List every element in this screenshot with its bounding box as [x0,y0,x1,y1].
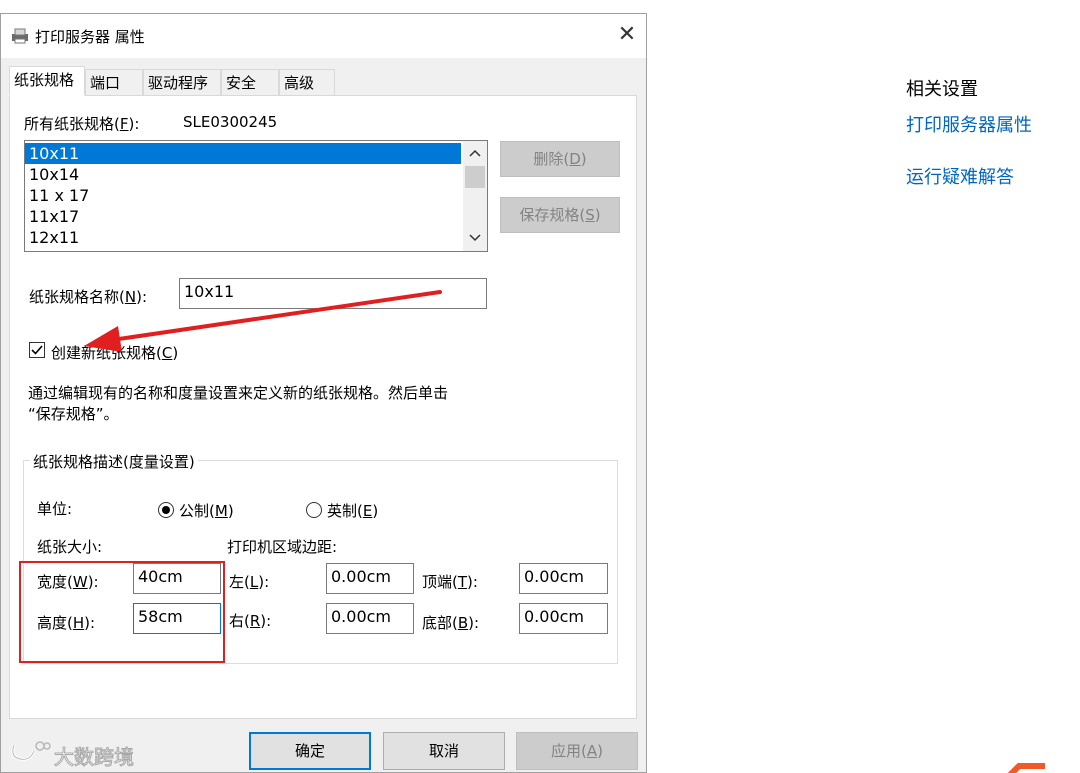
watermark-text: 大数跨境 [54,745,135,770]
annotation-arrow [84,290,442,352]
app-icon-partial [1005,762,1045,773]
watermark-logo-icon [11,741,51,761]
tab-forms[interactable]: 纸张规格 [9,66,85,96]
